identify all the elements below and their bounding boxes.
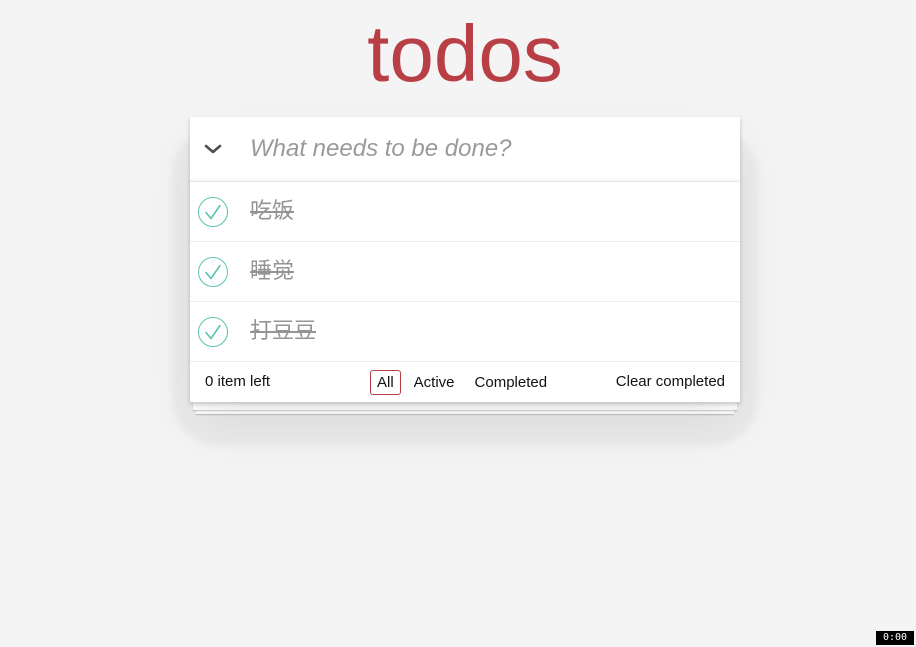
filter-completed[interactable]: Completed [468, 370, 555, 395]
todo-footer: 0 item left All Active Completed Clear c… [190, 362, 740, 402]
filter-all[interactable]: All [370, 370, 401, 395]
todo-item[interactable]: 吃饭 [190, 182, 740, 242]
chevron-down-icon [204, 144, 221, 154]
checked-circle-icon[interactable] [197, 196, 229, 228]
todo-app: 吃饭 睡觉 打豆豆 0 item left All Act [190, 117, 740, 402]
todo-list: 吃饭 睡觉 打豆豆 [190, 182, 740, 362]
todo-label[interactable]: 打豆豆 [250, 316, 316, 348]
page: todos 吃饭 [0, 0, 916, 647]
filter-bar: All Active Completed [370, 370, 554, 395]
filter-active[interactable]: Active [407, 370, 462, 395]
items-left-count: 0 item left [205, 373, 271, 390]
todo-item[interactable]: 睡觉 [190, 242, 740, 302]
timer-badge: 0:00 [876, 631, 914, 645]
clear-completed-button[interactable]: Clear completed [616, 373, 725, 391]
toggle-all-button[interactable] [190, 117, 235, 181]
checked-circle-icon[interactable] [197, 256, 229, 288]
todo-header [190, 117, 740, 182]
todo-label[interactable]: 吃饭 [250, 196, 294, 228]
stack-shadow-middle [193, 402, 737, 410]
new-todo-input[interactable] [250, 133, 720, 165]
todo-item[interactable]: 打豆豆 [190, 302, 740, 362]
checked-circle-icon[interactable] [197, 316, 229, 348]
todo-label[interactable]: 睡觉 [250, 256, 294, 288]
app-title: todos [367, 9, 563, 98]
